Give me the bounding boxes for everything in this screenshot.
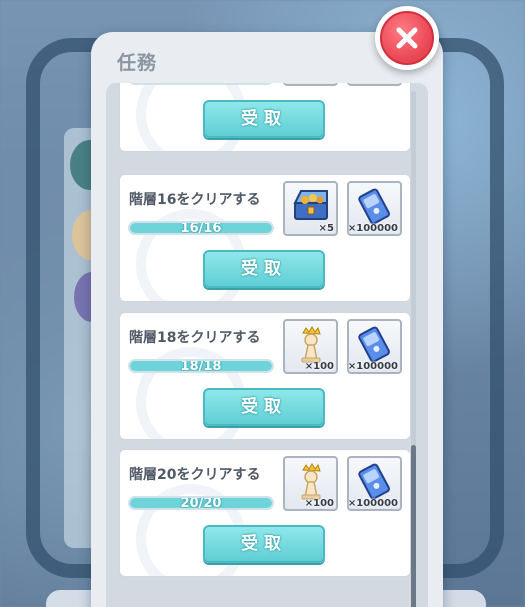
claim-button[interactable]: 受取 <box>203 100 325 138</box>
progress-text: 18/18 <box>180 359 222 373</box>
reward-count: ×100000 <box>347 498 398 509</box>
reward-slot[interactable]: ×100000 <box>347 319 402 374</box>
reward-slot[interactable]: ×5 <box>283 83 338 86</box>
close-button[interactable] <box>375 6 439 70</box>
progress-bar: 18/18 <box>128 359 274 373</box>
mission-modal: 任務 階層14をクリアする 14/14 ×5 ×100000 受取 階層16をク… <box>91 32 443 607</box>
reward-count: ×100000 <box>347 361 398 372</box>
mission-title: 階層16をクリアする <box>129 192 261 208</box>
claim-button[interactable]: 受取 <box>203 388 325 426</box>
modal-title: 任務 <box>117 52 158 74</box>
mission-card: 階層18をクリアする 18/18 ×100 ×100000 受取 <box>119 312 411 440</box>
reward-slot[interactable]: ×100000 <box>347 181 402 236</box>
mission-card: 階層14をクリアする 14/14 ×5 ×100000 受取 <box>119 83 411 152</box>
scrollbar-thumb[interactable] <box>411 445 416 607</box>
claim-button[interactable]: 受取 <box>203 525 325 563</box>
reward-slot[interactable]: ×100000 <box>347 456 402 511</box>
reward-slot[interactable]: ×100000 <box>347 83 402 86</box>
reward-slot[interactable]: ×100 <box>283 456 338 511</box>
progress-bar: 14/14 <box>128 83 274 85</box>
reward-count: ×5 <box>318 223 334 234</box>
claim-button[interactable]: 受取 <box>203 250 325 288</box>
reward-count: ×100 <box>304 498 334 509</box>
mission-title: 階層20をクリアする <box>129 467 261 483</box>
progress-text: 16/16 <box>180 221 222 235</box>
reward-count: ×5 <box>319 83 334 84</box>
mission-card: 階層20をクリアする 20/20 ×100 ×100000 受取 <box>119 449 411 577</box>
mission-list[interactable]: 階層14をクリアする 14/14 ×5 ×100000 受取 階層16をクリアす… <box>106 83 428 607</box>
reward-count: ×100000 <box>348 83 398 84</box>
reward-slot[interactable]: ×100 <box>283 319 338 374</box>
progress-bar: 16/16 <box>128 221 274 235</box>
reward-count: ×100 <box>304 361 334 372</box>
mission-card: 階層16をクリアする 16/16 ×5 ×100000 受取 <box>119 174 411 302</box>
progress-text: 14/14 <box>130 83 272 85</box>
mission-title: 階層18をクリアする <box>129 330 261 346</box>
close-x-icon <box>380 11 434 65</box>
progress-text: 20/20 <box>180 496 222 510</box>
reward-slot[interactable]: ×5 <box>283 181 338 236</box>
reward-count: ×100000 <box>347 223 398 234</box>
progress-bar: 20/20 <box>128 496 274 510</box>
